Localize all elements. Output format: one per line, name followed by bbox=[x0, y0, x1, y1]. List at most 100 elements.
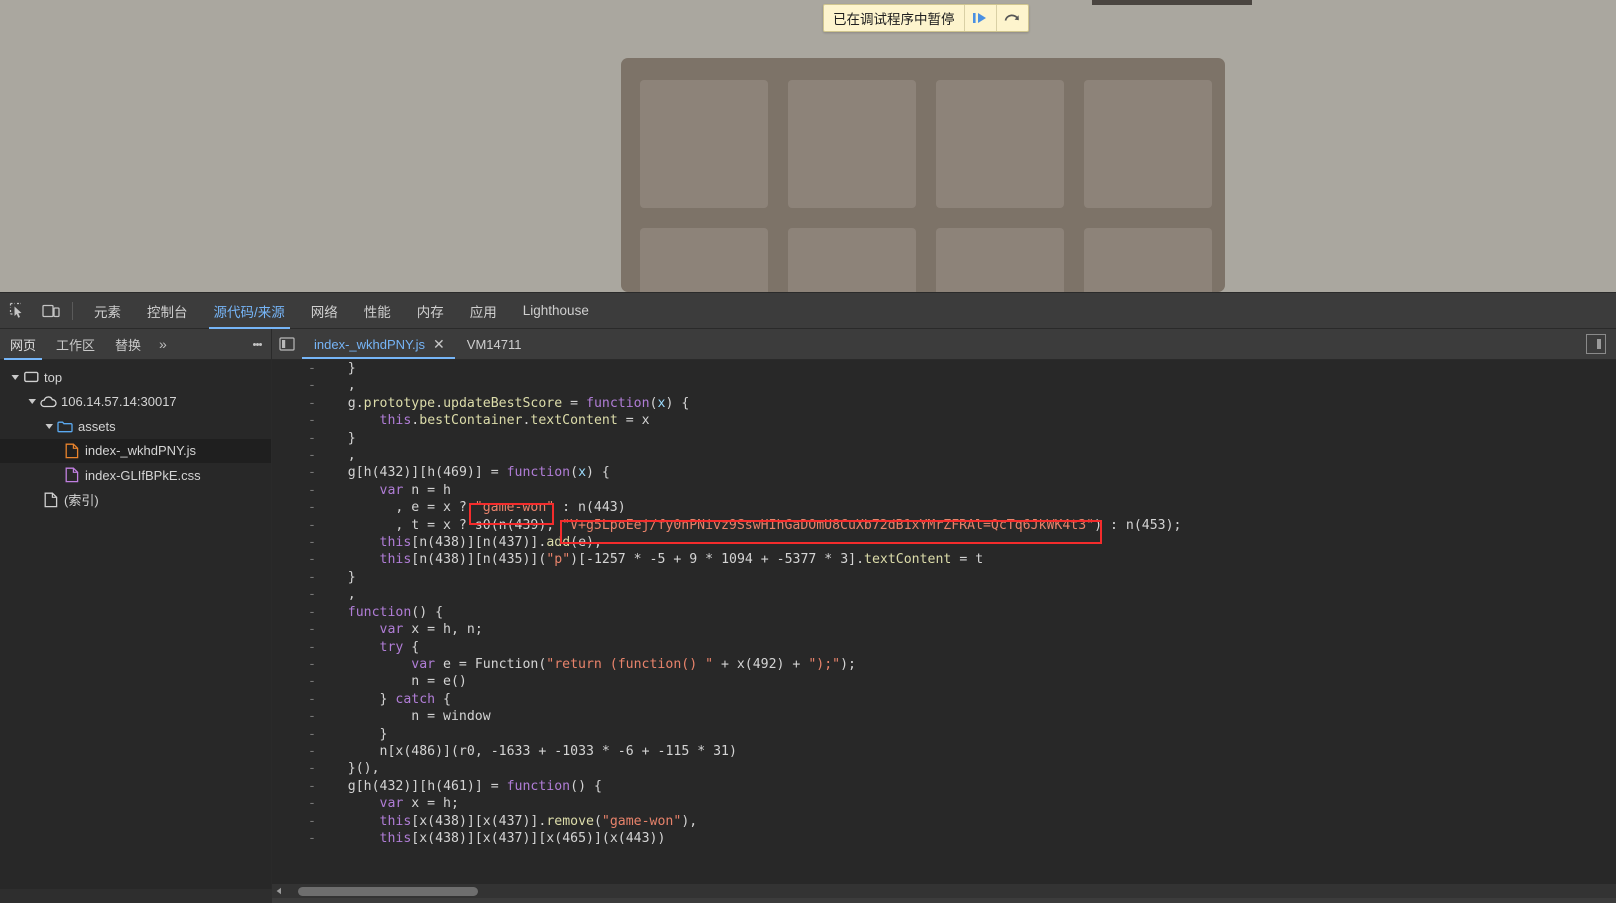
code-token: [n( bbox=[411, 535, 436, 551]
line-gutter[interactable]: - bbox=[272, 534, 316, 552]
line-gutter[interactable]: - bbox=[272, 516, 316, 535]
nav-tab-page[interactable]: 网页 bbox=[0, 329, 46, 360]
line-gutter[interactable]: - bbox=[272, 464, 316, 482]
line-gutter[interactable]: - bbox=[272, 551, 316, 569]
code-text[interactable]: this[n(438)][n(437)].add(e), bbox=[316, 534, 1616, 551]
more-tabs-button[interactable]: » bbox=[151, 329, 175, 360]
code-token: }(), bbox=[316, 761, 380, 777]
tree-item-index-js[interactable]: index-_wkhdPNY.js bbox=[0, 438, 271, 463]
code-text[interactable]: , bbox=[316, 377, 1616, 394]
code-text[interactable]: var x = h; bbox=[316, 795, 1616, 812]
code-text[interactable]: try { bbox=[316, 639, 1616, 656]
line-gutter[interactable]: - bbox=[272, 603, 316, 622]
line-gutter[interactable]: - bbox=[272, 812, 316, 830]
code-line: - n[x(486)](r0, -1633 + -1033 * -6 + -11… bbox=[272, 742, 1616, 761]
inspect-element-button[interactable] bbox=[0, 294, 34, 328]
tab-lighthouse[interactable]: Lighthouse bbox=[510, 293, 602, 329]
line-gutter[interactable]: - bbox=[272, 795, 316, 813]
nav-tab-workspace[interactable]: 工作区 bbox=[46, 329, 105, 360]
tab-network[interactable]: 网络 bbox=[298, 293, 351, 329]
line-gutter[interactable]: - bbox=[272, 777, 316, 796]
toggle-navigator-sidebar-button[interactable] bbox=[272, 329, 302, 359]
code-text[interactable]: } bbox=[316, 569, 1616, 586]
nav-tab-overrides[interactable]: 替换 bbox=[105, 329, 151, 360]
twisty-open-icon[interactable] bbox=[8, 373, 22, 382]
tab-memory[interactable]: 内存 bbox=[404, 293, 457, 329]
code-text[interactable]: this[x(438)][x(437)].remove("game-won"), bbox=[316, 813, 1616, 830]
source-code-editor[interactable]: - } - ,- g.prototype.updateBestScore = fu… bbox=[272, 360, 1616, 898]
line-gutter[interactable]: - bbox=[272, 429, 316, 448]
line-gutter[interactable]: - bbox=[272, 394, 316, 413]
line-gutter[interactable]: - bbox=[272, 499, 316, 517]
line-gutter[interactable]: - bbox=[272, 760, 316, 778]
tab-sources[interactable]: 源代码/来源 bbox=[201, 293, 298, 329]
code-token: 435 bbox=[498, 552, 523, 568]
code-text[interactable]: var n = h bbox=[316, 482, 1616, 499]
code-text[interactable]: this[n(438)][n(435)]("p")[-1257 * -5 + 9… bbox=[316, 551, 1616, 568]
code-text[interactable]: , e = x ? "game-won" : n(443) bbox=[316, 499, 1616, 516]
tab-elements[interactable]: 元素 bbox=[81, 293, 134, 329]
step-over-button[interactable] bbox=[995, 5, 1028, 31]
line-gutter[interactable]: - bbox=[272, 586, 316, 604]
editor-horizontal-scrollbar[interactable] bbox=[272, 884, 1616, 898]
code-text[interactable]: } bbox=[316, 360, 1616, 377]
line-gutter[interactable]: - bbox=[272, 568, 316, 587]
code-text[interactable]: , bbox=[316, 447, 1616, 464]
code-text[interactable]: var e = Function("return (function() " +… bbox=[316, 656, 1616, 673]
line-gutter[interactable]: - bbox=[272, 708, 316, 726]
code-text[interactable]: function() { bbox=[316, 604, 1616, 621]
line-gutter[interactable]: - bbox=[272, 638, 316, 656]
navigator-more-options-button[interactable] bbox=[243, 329, 271, 360]
line-gutter[interactable]: - bbox=[272, 360, 316, 378]
scrollbar-thumb[interactable] bbox=[298, 887, 478, 896]
line-gutter[interactable]: - bbox=[272, 742, 316, 761]
code-text[interactable]: this[x(438)][x(437)][x(465)](x(443)) bbox=[316, 830, 1616, 847]
code-text[interactable]: } bbox=[316, 430, 1616, 447]
editor-tab-vm14711[interactable]: VM14711 bbox=[454, 329, 532, 359]
line-gutter[interactable]: - bbox=[272, 655, 316, 674]
tree-item-top[interactable]: top bbox=[0, 365, 271, 390]
toggle-device-toolbar-button[interactable] bbox=[34, 294, 68, 328]
code-text[interactable]: n = e() bbox=[316, 673, 1616, 690]
tab-console[interactable]: 控制台 bbox=[134, 293, 201, 329]
tree-item-origin[interactable]: 106.14.57.14:30017 bbox=[0, 390, 271, 415]
line-gutter[interactable]: - bbox=[272, 725, 316, 743]
code-text[interactable]: this.bestContainer.textContent = x bbox=[316, 412, 1616, 429]
tab-performance[interactable]: 性能 bbox=[351, 293, 404, 329]
code-text[interactable]: , t = x ? s0(n(439), "V+g5LpoEej/fy0nPNi… bbox=[316, 517, 1616, 534]
scroll-left-arrow[interactable] bbox=[272, 884, 286, 898]
toggle-debugger-sidebar-button[interactable] bbox=[1586, 334, 1606, 354]
line-gutter[interactable]: - bbox=[272, 481, 316, 500]
twisty-open-icon[interactable] bbox=[25, 397, 39, 406]
line-gutter[interactable]: - bbox=[272, 377, 316, 395]
folder-icon bbox=[56, 420, 74, 433]
tree-item-assets[interactable]: assets bbox=[0, 414, 271, 439]
navigator-horizontal-scrollbar[interactable] bbox=[0, 889, 272, 903]
tab-application[interactable]: 应用 bbox=[457, 293, 510, 329]
line-gutter[interactable]: - bbox=[272, 829, 316, 848]
game-cell bbox=[936, 228, 1064, 292]
code-text[interactable]: } bbox=[316, 726, 1616, 743]
twisty-open-icon[interactable] bbox=[42, 422, 56, 431]
code-text[interactable]: n = window bbox=[316, 708, 1616, 725]
line-gutter[interactable]: - bbox=[272, 621, 316, 639]
code-text[interactable]: var x = h, n; bbox=[316, 621, 1616, 638]
code-text[interactable]: g[h(432)][h(469)] = function(x) { bbox=[316, 464, 1616, 481]
tree-item-index-doc[interactable]: (索引) bbox=[0, 488, 271, 513]
close-tab-button[interactable]: ✕ bbox=[433, 337, 445, 351]
tree-item-label: 106.14.57.14:30017 bbox=[61, 394, 177, 410]
resume-script-execution-button[interactable] bbox=[963, 5, 996, 31]
line-gutter[interactable]: - bbox=[272, 447, 316, 465]
line-gutter[interactable]: - bbox=[272, 690, 316, 709]
code-text[interactable]: , bbox=[316, 586, 1616, 603]
editor-tab-index-js[interactable]: index-_wkhdPNY.js ✕ bbox=[302, 329, 455, 359]
code-text[interactable]: g[h(432)][h(461)] = function() { bbox=[316, 778, 1616, 795]
line-gutter[interactable]: - bbox=[272, 412, 316, 430]
tree-item-index-css[interactable]: index-GLIfBPkE.css bbox=[0, 463, 271, 488]
line-gutter[interactable]: - bbox=[272, 673, 316, 691]
code-text[interactable]: g.prototype.updateBestScore = function(x… bbox=[316, 395, 1616, 412]
code-text[interactable]: n[x(486)](r0, -1633 + -1033 * -6 + -115 … bbox=[316, 743, 1616, 760]
code-text[interactable]: }(), bbox=[316, 760, 1616, 777]
code-text[interactable]: } catch { bbox=[316, 691, 1616, 708]
code-token: textContent bbox=[530, 413, 618, 429]
